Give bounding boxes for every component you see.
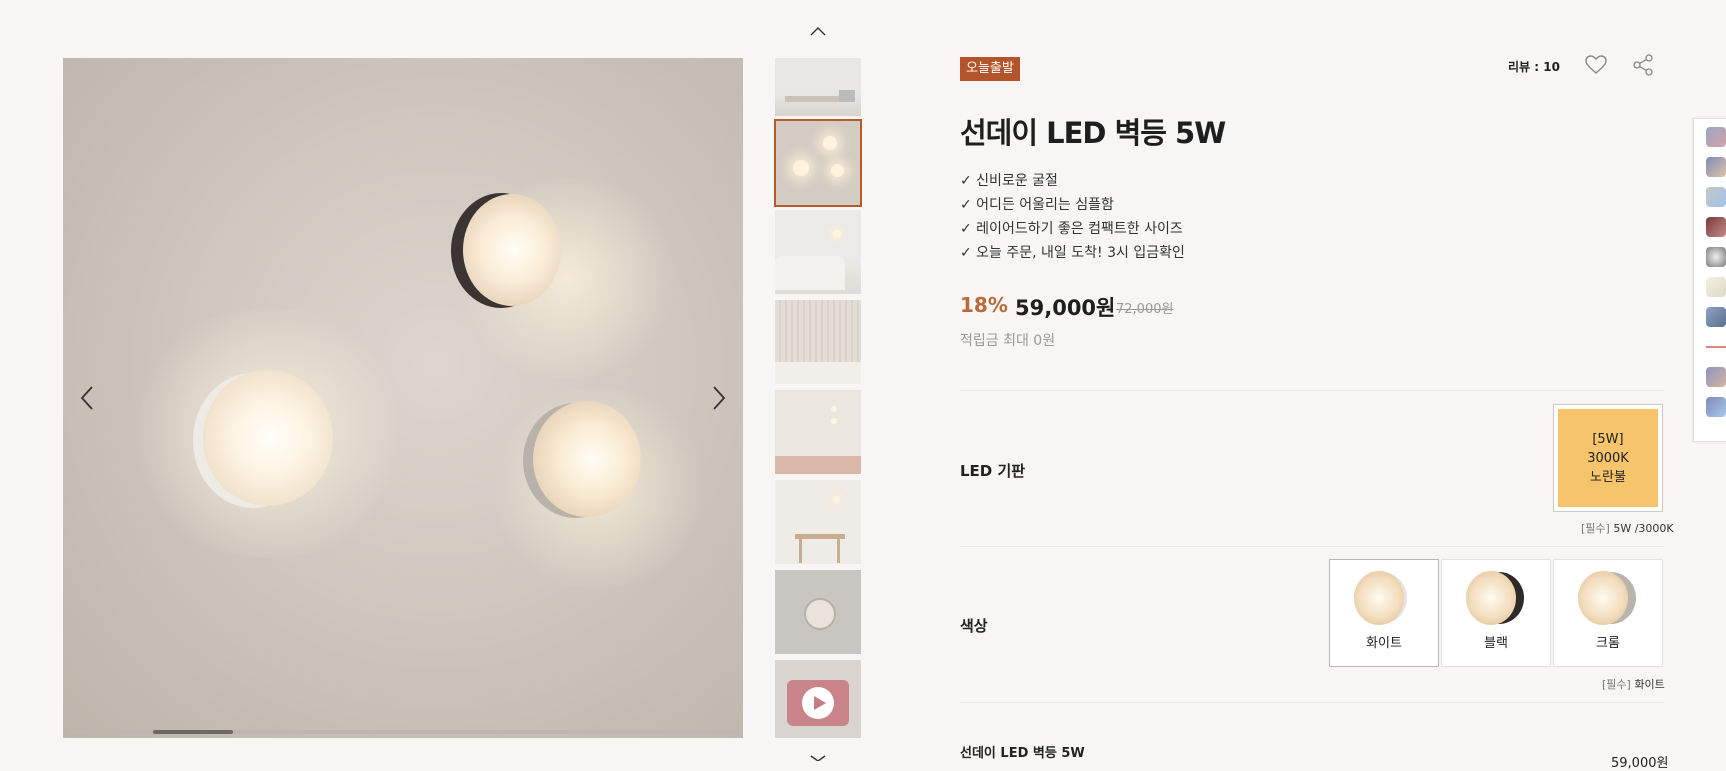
recent-item[interactable] bbox=[1706, 247, 1726, 267]
color-option-label: 블랙 bbox=[1484, 636, 1508, 651]
product-title: 선데이 LED 벽등 5W bbox=[960, 116, 1226, 150]
recent-items-rail[interactable] bbox=[1693, 118, 1726, 442]
feature-item: ✓ 신비로운 굴절 bbox=[960, 173, 1058, 189]
thumbnail-selected[interactable] bbox=[774, 119, 862, 207]
selected-item-price: 59,000원 bbox=[1611, 756, 1669, 771]
led-option-label: [5W] 3000K 노란불 bbox=[1558, 409, 1658, 507]
color-option-black[interactable]: 블랙 bbox=[1441, 559, 1551, 667]
play-icon[interactable] bbox=[801, 686, 835, 720]
color-option-chrome[interactable]: 크롬 bbox=[1553, 559, 1663, 667]
discount-rate: 18% bbox=[960, 293, 1008, 317]
status-badge: 오늘출발 bbox=[960, 57, 1020, 81]
thumbnail[interactable] bbox=[775, 480, 861, 564]
black-lamp-lens bbox=[463, 194, 561, 306]
selected-item-name: 선데이 LED 벽등 5W bbox=[960, 746, 1085, 761]
feature-item: ✓ 오늘 주문, 내일 도착! 3시 입금확인 bbox=[960, 245, 1185, 261]
chrome-lamp-lens bbox=[533, 401, 641, 517]
recent-item[interactable] bbox=[1706, 367, 1726, 387]
recent-item[interactable] bbox=[1706, 337, 1726, 357]
chevron-down-icon[interactable] bbox=[810, 755, 826, 761]
recent-item[interactable] bbox=[1706, 187, 1726, 207]
reward-points: 적립금 최대 0원 bbox=[960, 333, 1056, 349]
chevron-right-icon[interactable] bbox=[708, 383, 728, 413]
thumbnail[interactable] bbox=[775, 300, 861, 384]
chevron-up-icon[interactable] bbox=[810, 26, 826, 36]
feature-item: ✓ 레이어드하기 좋은 컴팩트한 사이즈 bbox=[960, 221, 1183, 237]
thumbnail[interactable] bbox=[775, 210, 861, 294]
thumbnail-video[interactable] bbox=[775, 660, 861, 738]
divider bbox=[960, 546, 1664, 547]
main-product-image bbox=[63, 58, 743, 738]
recent-item[interactable] bbox=[1706, 277, 1726, 297]
thumbnail[interactable] bbox=[775, 570, 861, 654]
divider bbox=[960, 390, 1664, 391]
color-option-white[interactable]: 화이트 bbox=[1329, 559, 1439, 667]
color-option-label: 화이트 bbox=[1366, 636, 1402, 651]
led-option-button[interactable]: [5W] 3000K 노란불 bbox=[1553, 404, 1663, 512]
chevron-left-icon[interactable] bbox=[78, 383, 98, 413]
feature-item: ✓ 어디든 어울리는 심플함 bbox=[960, 197, 1114, 213]
color-option-hint: [필수] 화이트 bbox=[1602, 678, 1665, 691]
led-option-hint: [필수] 5W /3000K bbox=[1581, 522, 1674, 535]
recent-item[interactable] bbox=[1706, 127, 1726, 147]
heart-icon[interactable] bbox=[1585, 55, 1607, 75]
gallery-scroll-thumb[interactable] bbox=[153, 730, 233, 734]
option-label-color: 색상 bbox=[960, 617, 988, 635]
recent-item[interactable] bbox=[1706, 397, 1726, 417]
divider bbox=[960, 702, 1664, 703]
thumbnail[interactable] bbox=[775, 390, 861, 474]
recent-item[interactable] bbox=[1706, 157, 1726, 177]
white-lamp-lens bbox=[203, 370, 333, 506]
thumbnail[interactable] bbox=[775, 58, 861, 116]
gallery-scrollbar[interactable] bbox=[70, 730, 735, 734]
recent-item[interactable] bbox=[1706, 217, 1726, 237]
original-price: 72,000원 bbox=[1116, 302, 1174, 317]
review-count[interactable]: 리뷰 : 10 bbox=[1508, 58, 1560, 75]
color-option-label: 크롬 bbox=[1596, 636, 1620, 651]
recent-item[interactable] bbox=[1706, 307, 1726, 327]
option-label-led: LED 기판 bbox=[960, 462, 1026, 480]
share-icon[interactable] bbox=[1632, 54, 1654, 76]
sale-price: 59,000원 bbox=[1015, 296, 1116, 320]
